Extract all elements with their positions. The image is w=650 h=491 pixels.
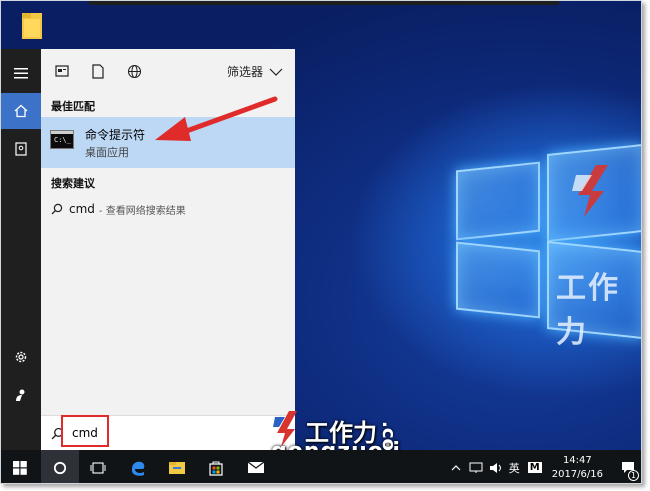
- hamburger-icon[interactable]: [1, 55, 41, 91]
- action-center-icon[interactable]: 1: [613, 450, 641, 483]
- edge-icon[interactable]: [119, 450, 157, 483]
- volume-icon[interactable]: [489, 462, 503, 474]
- filter-dropdown[interactable]: 筛选器: [227, 63, 283, 80]
- search-highlight-box: [61, 415, 109, 447]
- mail-icon[interactable]: [237, 450, 275, 483]
- home-icon[interactable]: [1, 93, 41, 129]
- notification-badge: 1: [628, 470, 639, 481]
- window-top-edge: [89, 1, 559, 5]
- cortana-icon[interactable]: [41, 450, 79, 483]
- best-match-title: 命令提示符: [85, 128, 146, 142]
- clock-time: 14:47: [562, 454, 592, 466]
- watermark-brand-large: 工作力: [556, 271, 620, 350]
- start-menu-rail: [1, 49, 41, 450]
- folder-icon[interactable]: [21, 11, 43, 41]
- system-tray: 英 M 14:47 2017/6/16 1: [451, 450, 641, 483]
- network-icon[interactable]: [469, 462, 483, 474]
- clock-date: 2017/6/16: [551, 468, 603, 480]
- clock[interactable]: 14:47 2017/6/16: [552, 454, 603, 482]
- documents-icon[interactable]: [51, 60, 73, 82]
- suggestions-heading: 搜索建议: [51, 177, 95, 190]
- notebook-icon[interactable]: [1, 131, 41, 167]
- filter-label: 筛选器: [226, 65, 263, 79]
- file-icon[interactable]: [87, 60, 109, 82]
- ime-mode-indicator[interactable]: M: [527, 462, 542, 473]
- watermark-logo-icon: [572, 165, 608, 217]
- web-icon[interactable]: [123, 60, 145, 82]
- panel-toolbar: 筛选器: [41, 49, 295, 93]
- task-view-icon[interactable]: [79, 450, 117, 483]
- search-icon: [51, 203, 63, 215]
- best-match-heading: 最佳匹配: [51, 100, 95, 113]
- best-match-subtitle: 桌面应用: [85, 146, 129, 159]
- settings-icon[interactable]: [1, 339, 41, 375]
- annotation-arrow-icon: [155, 96, 278, 141]
- feedback-icon[interactable]: [1, 377, 41, 413]
- filter-chevron-icon: [269, 68, 283, 76]
- screenshot-frame: 工作力 筛选器 最佳匹配 C:\_ 命令提示符 桌面应用 搜索建议 cmd - …: [0, 0, 642, 484]
- file-explorer-icon[interactable]: [158, 450, 196, 483]
- taskbar: 英 M 14:47 2017/6/16 1: [1, 450, 641, 483]
- ime-indicator[interactable]: 英: [509, 460, 520, 476]
- windows-start-icon[interactable]: [1, 450, 39, 483]
- show-hidden-icons-icon[interactable]: [451, 464, 461, 471]
- suggestion-item[interactable]: cmd - 查看网络搜索结果: [41, 197, 295, 221]
- store-icon[interactable]: [197, 450, 235, 483]
- suggestion-query: cmd: [69, 202, 95, 216]
- suggestion-suffix: - 查看网络搜索结果: [98, 205, 186, 217]
- command-prompt-icon: C:\_: [50, 130, 74, 149]
